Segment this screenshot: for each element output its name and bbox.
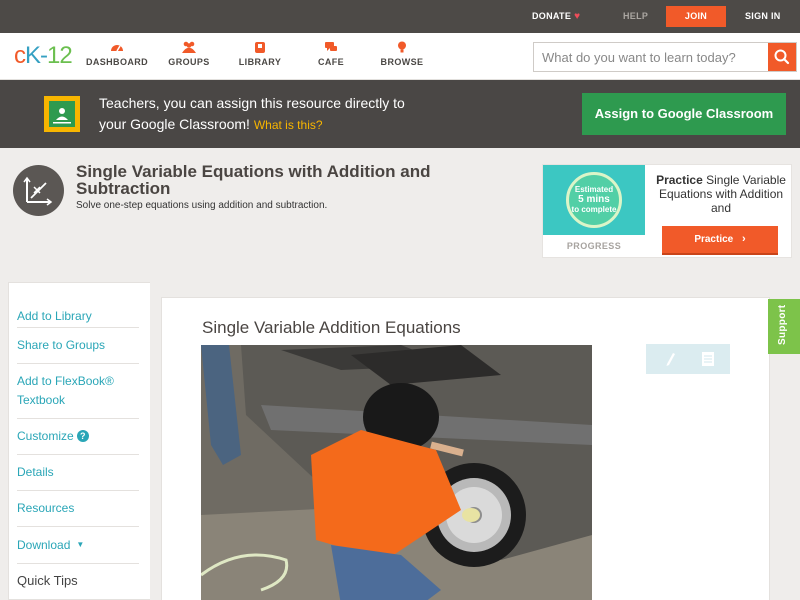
main-nav: cK-12 DASHBOARD GROUPS LIBRARY CAFE BROW… <box>0 33 800 80</box>
donate-link[interactable]: DONATE ♥ <box>532 0 580 33</box>
content-card: Single Variable Addition Equations <box>161 297 770 600</box>
main-content: Single Variable Addition Equations <box>150 280 800 600</box>
support-tab[interactable]: Support <box>768 299 800 354</box>
sidebar-item-customize[interactable]: Customize? <box>17 418 139 446</box>
chevron-right-icon: › <box>742 233 746 245</box>
donate-label: DONATE <box>532 11 572 21</box>
search-box <box>533 42 797 72</box>
page-subtitle: Solve one-step equations using addition … <box>76 200 328 211</box>
nav-item-groups[interactable]: GROUPS <box>154 41 224 67</box>
cafe-icon <box>325 42 337 51</box>
ck12-logo[interactable]: cK-12 <box>14 42 73 70</box>
sidebar-item-details[interactable]: Details <box>17 454 139 482</box>
sidebar-item-download[interactable]: Download ▼ <box>17 526 139 555</box>
practice-button[interactable]: Practice › <box>662 226 778 255</box>
google-classroom-banner: Teachers, you can assign this resource d… <box>0 80 800 148</box>
assign-to-google-classroom-button[interactable]: Assign to Google Classroom <box>582 93 786 135</box>
sidebar-item-add-to-flexbook[interactable]: Add to FlexBook® Textbook <box>17 363 139 410</box>
quick-tips-heading[interactable]: Quick Tips <box>17 563 139 588</box>
sidebar-item-resources[interactable]: Resources <box>17 490 139 518</box>
concept-header: Single Variable Equations with Addition … <box>0 148 800 280</box>
sign-in-link[interactable]: SIGN IN <box>745 0 781 33</box>
google-classroom-icon <box>44 96 80 132</box>
content-title: Single Variable Addition Equations <box>202 318 461 337</box>
nav-item-cafe[interactable]: CAFE <box>296 41 366 67</box>
progress-label: PROGRESS <box>566 241 622 251</box>
browse-icon <box>398 41 406 53</box>
estimated-time-badge: Estimated 5 mins to complete <box>543 165 645 235</box>
what-is-this-link[interactable]: What is this? <box>254 118 323 132</box>
caret-down-icon: ▼ <box>76 540 85 549</box>
top-bar: DONATE ♥ HELP JOIN SIGN IN <box>0 0 800 33</box>
annotation-tools <box>646 344 730 374</box>
join-button[interactable]: JOIN <box>666 6 726 27</box>
help-link[interactable]: HELP <box>623 0 648 33</box>
pencil-icon[interactable] <box>664 351 676 367</box>
sidebar-panel: Add to Library Share to Groups Add to Fl… <box>8 282 150 600</box>
nav-item-dashboard[interactable]: DASHBOARD <box>82 41 152 67</box>
practice-title: Practice Single Variable Equations with … <box>656 173 786 215</box>
groups-icon <box>182 41 196 53</box>
library-icon <box>255 42 265 53</box>
search-input[interactable] <box>534 43 768 71</box>
search-button[interactable] <box>768 43 796 71</box>
classroom-message: Teachers, you can assign this resource d… <box>99 95 405 132</box>
dashboard-icon <box>111 45 123 52</box>
search-icon <box>774 49 790 65</box>
help-question-icon[interactable]: ? <box>76 430 89 442</box>
notes-icon[interactable] <box>701 351 715 367</box>
left-sidebar: Add to Library Share to Groups Add to Fl… <box>0 280 150 600</box>
graph-axes-icon <box>13 165 64 216</box>
sidebar-item-add-to-library[interactable]: Add to Library <box>17 299 139 326</box>
car-wash-photo <box>201 345 592 600</box>
nav-item-library[interactable]: LIBRARY <box>225 41 295 67</box>
sidebar-item-share-to-groups[interactable]: Share to Groups <box>17 327 139 355</box>
nav-item-browse[interactable]: BROWSE <box>367 41 437 67</box>
practice-card: Estimated 5 mins to complete PROGRESS Pr… <box>542 164 792 258</box>
heart-icon: ♥ <box>574 11 581 22</box>
page-title: Single Variable Equations with Addition … <box>76 162 431 198</box>
